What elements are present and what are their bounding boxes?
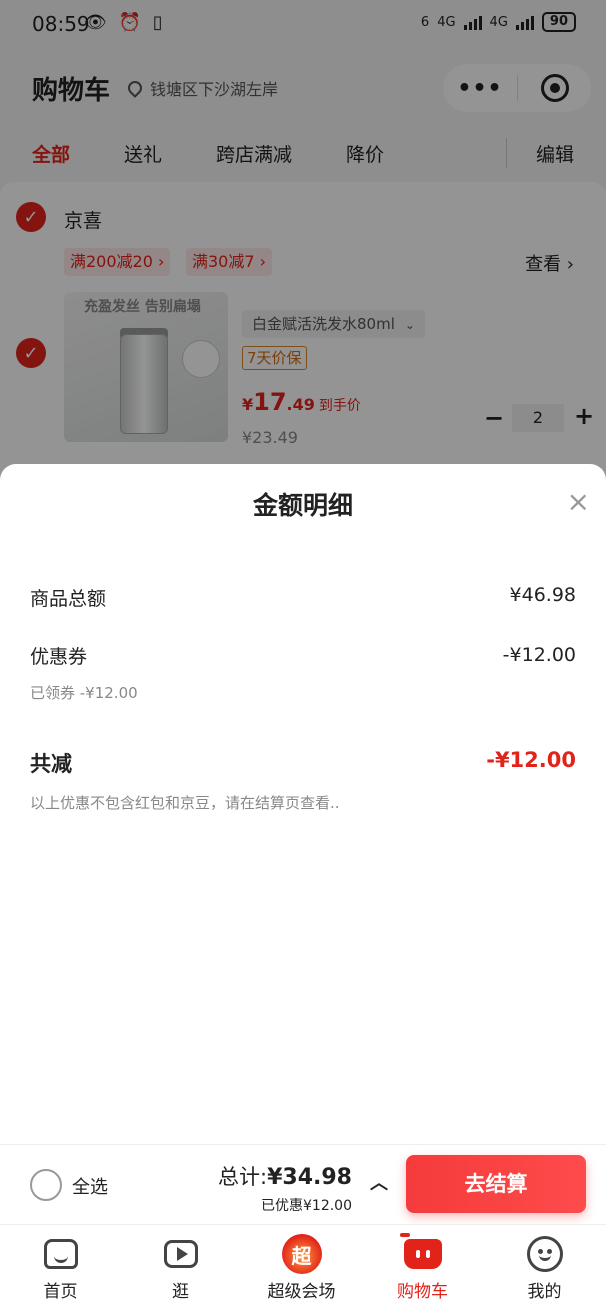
home-icon xyxy=(43,1239,78,1269)
checkout-bar: 全选 总计:¥34.98 已优惠¥12.00 ︿ 去结算 xyxy=(0,1144,606,1224)
super-venue-icon: 超 xyxy=(281,1234,322,1274)
goods-total-value: ¥46.98 xyxy=(509,584,576,606)
coupon-value: -¥12.00 xyxy=(502,644,576,666)
total-off-value: -¥12.00 xyxy=(486,748,576,772)
saved-amount: 已优惠¥12.00 xyxy=(261,1198,352,1214)
total-amount: ¥34.98 xyxy=(267,1165,352,1190)
checkout-button[interactable]: 去结算 xyxy=(406,1155,586,1213)
tabbar-label: 首页 xyxy=(43,1282,78,1302)
amount-detail-sheet: 金额明细 × 商品总额 ¥46.98 优惠券 -¥12.00 已领券 -¥12.… xyxy=(0,464,606,1144)
tabbar-item-browse[interactable]: 逛 xyxy=(120,1225,241,1308)
bottom-tab-bar: 首页 逛 超 超级会场 购物车 我的 xyxy=(0,1224,606,1308)
total-line: 总计:¥34.98 xyxy=(218,1161,352,1191)
total-off-label: 共减 xyxy=(30,752,72,776)
select-all-checkbox[interactable] xyxy=(30,1169,62,1201)
profile-icon xyxy=(526,1236,563,1272)
sheet-note: 以上优惠不包含红包和京豆，请在结算页查看.. xyxy=(30,794,340,812)
tabbar-item-cart[interactable]: 购物车 xyxy=(362,1225,483,1308)
coupon-sub: 已领券 -¥12.00 xyxy=(30,684,138,702)
cart-icon xyxy=(399,1233,442,1269)
select-all-label[interactable]: 全选 xyxy=(72,1173,108,1199)
total-prefix: 总计: xyxy=(218,1165,268,1189)
coupon-label: 优惠券 xyxy=(30,646,88,668)
tabbar-label: 购物车 xyxy=(397,1282,448,1302)
tabbar-item-home[interactable]: 首页 xyxy=(0,1225,121,1308)
video-icon xyxy=(163,1240,198,1268)
tabbar-item-profile[interactable]: 我的 xyxy=(484,1225,605,1308)
tabbar-label: 逛 xyxy=(172,1282,189,1302)
goods-total-label: 商品总额 xyxy=(30,588,107,610)
tabbar-label: 超级会场 xyxy=(267,1282,336,1302)
close-icon[interactable]: × xyxy=(567,488,590,516)
tabbar-label: 我的 xyxy=(527,1282,562,1302)
chevron-up-icon[interactable]: ︿ xyxy=(370,1169,388,1195)
sheet-title: 金额明细 xyxy=(252,491,353,520)
tabbar-item-super-venue[interactable]: 超 超级会场 xyxy=(241,1225,362,1308)
